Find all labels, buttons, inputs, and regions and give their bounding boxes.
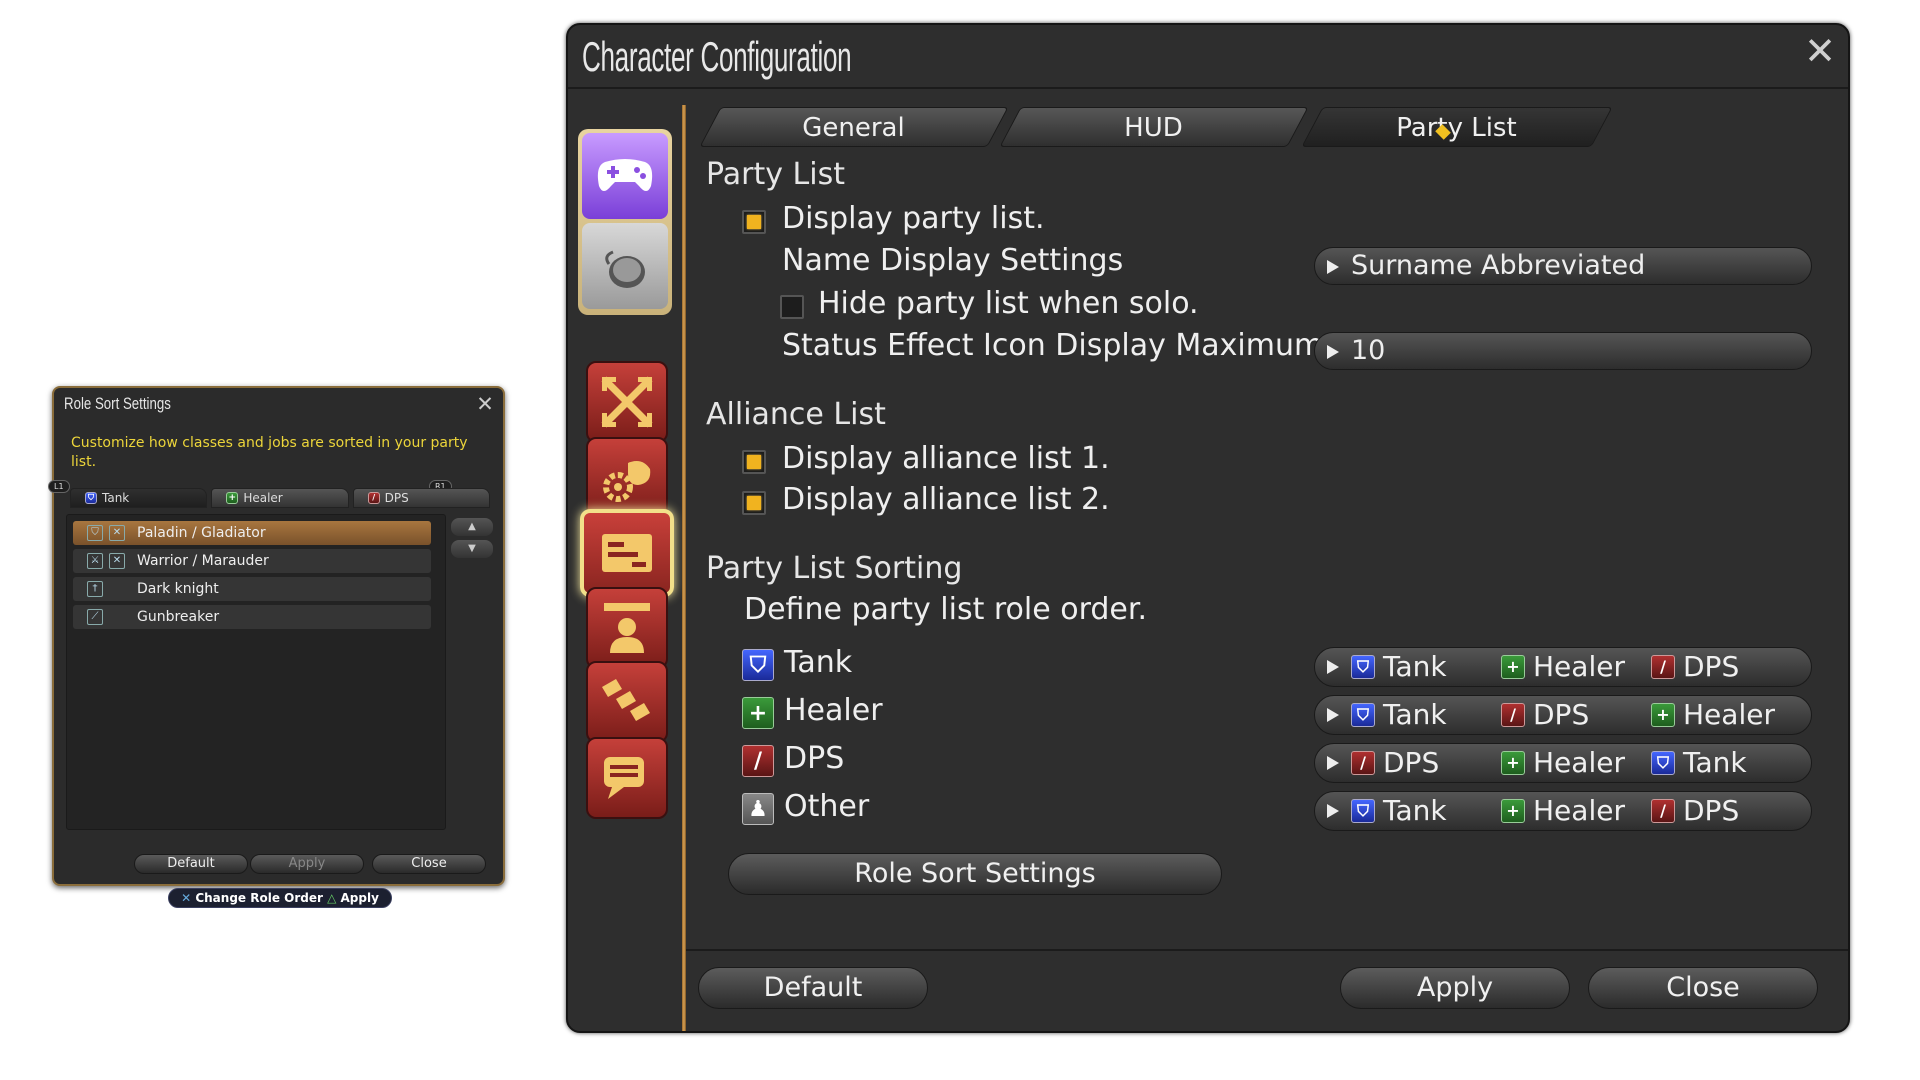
tank-icon: ⛉ (1351, 655, 1375, 679)
tab-hud[interactable]: HUD (999, 107, 1309, 147)
option-label: Hide party list when solo. (818, 286, 1199, 321)
dps-icon: / (742, 745, 774, 777)
alliance-list-2-checkbox[interactable] (742, 491, 766, 515)
party-list-card-icon[interactable] (580, 509, 674, 597)
role-sort-settings-window: Role Sort Settings ✕ Customize how class… (48, 386, 505, 886)
display-party-list-checkbox[interactable] (742, 210, 766, 234)
role-label: Other (784, 789, 870, 824)
gunbreaker-icon: ⟋ (87, 609, 103, 625)
tank-icon: ⛉ (742, 649, 774, 681)
list-item[interactable]: † Dark knight (73, 577, 431, 601)
hotbar-icon[interactable] (586, 661, 668, 743)
healer-icon: + (742, 697, 774, 729)
list-item[interactable]: ⚔ ✕ Warrior / Marauder (73, 549, 431, 573)
healer-icon: + (1501, 799, 1525, 823)
close-button[interactable]: Close (1588, 967, 1818, 1009)
dps-icon: / (1651, 655, 1675, 679)
healer-icon: + (1501, 655, 1525, 679)
option-label: Status Effect Icon Display Maximum (782, 328, 1324, 363)
status-max-dropdown[interactable]: 10 (1314, 332, 1812, 370)
dps-icon: / (1501, 703, 1525, 727)
window-title: Character Configuration (582, 33, 852, 80)
other-role-icon: ♟ (742, 793, 774, 825)
default-button[interactable]: Default (134, 854, 248, 874)
apply-button[interactable]: Apply (250, 854, 364, 874)
tab-dps[interactable]: / DPS (352, 488, 490, 508)
chat-icon[interactable] (586, 737, 668, 819)
character-configuration-window: Character Configuration ✕ General HUD Pa… (566, 23, 1850, 1033)
option-label: Name Display Settings (782, 243, 1124, 278)
role-label: DPS (784, 741, 845, 776)
close-icon[interactable]: ✕ (473, 392, 497, 416)
dps-order-dropdown[interactable]: / DPS + Healer ⛉ Tank (1314, 743, 1812, 783)
divider (568, 87, 1848, 89)
scroll-down-button[interactable]: ▼ (451, 540, 493, 558)
tab-tank[interactable]: ⛉ Tank (70, 488, 208, 508)
other-order-dropdown[interactable]: ⛉ Tank + Healer / DPS (1314, 791, 1812, 831)
l1-bumper-icon: L1 (48, 480, 70, 493)
healer-order-dropdown[interactable]: ⛉ Tank / DPS + Healer (1314, 695, 1812, 735)
divider (686, 949, 1848, 951)
dps-icon: / (367, 492, 380, 504)
tab-healer[interactable]: + Healer (211, 488, 349, 508)
sidebar-divider (682, 105, 686, 1031)
role-sort-title: Role Sort Settings (64, 394, 171, 413)
option-label: Display party list. (782, 201, 1045, 236)
role-sort-description: Customize how classes and jobs are sorte… (71, 435, 468, 470)
close-button[interactable]: Close (372, 854, 486, 874)
combat-settings-icon[interactable] (586, 361, 668, 443)
section-heading: Alliance List (706, 397, 886, 432)
tab-general[interactable]: General (699, 107, 1009, 147)
input-mode-toggle[interactable] (578, 129, 672, 315)
mouse-icon[interactable] (582, 223, 668, 309)
default-button[interactable]: Default (698, 967, 928, 1009)
gladiator-icon: ✕ (109, 525, 125, 541)
tank-icon: ⛉ (1651, 751, 1675, 775)
gamepad-icon[interactable] (582, 133, 668, 219)
role-label: Tank (784, 645, 853, 680)
list-item[interactable]: ⛉ ✕ Paladin / Gladiator (73, 521, 431, 545)
apply-button[interactable]: Apply (1340, 967, 1570, 1009)
tab-bar: General HUD Party List (694, 107, 1838, 151)
tank-icon: ⛉ (1351, 703, 1375, 727)
tank-icon: ⛉ (85, 492, 97, 504)
dark-knight-icon: † (87, 581, 103, 597)
role-sort-settings-button[interactable]: Role Sort Settings (728, 853, 1222, 895)
paladin-icon: ⛉ (87, 525, 103, 541)
name-display-dropdown[interactable]: Surname Abbreviated (1314, 247, 1812, 285)
alliance-list-1-checkbox[interactable] (742, 450, 766, 474)
dps-icon: / (1351, 751, 1375, 775)
section-heading: Party List (706, 157, 845, 192)
category-sidebar (578, 105, 676, 1025)
job-list: ⛉ ✕ Paladin / Gladiator ⚔ ✕ Warrior / Ma… (66, 514, 446, 830)
dps-icon: / (1651, 799, 1675, 823)
role-label: Healer (784, 693, 883, 728)
healer-icon: + (1651, 703, 1675, 727)
triangle-button-icon: △ (327, 891, 337, 905)
option-label: Display alliance list 1. (782, 441, 1110, 476)
gear-settings-icon[interactable] (586, 437, 668, 519)
close-icon[interactable]: ✕ (1798, 29, 1842, 73)
controller-hint: ✕ Change Role Order △ Apply (168, 888, 392, 908)
healer-icon: + (226, 492, 239, 504)
tank-order-dropdown[interactable]: ⛉ Tank + Healer / DPS (1314, 647, 1812, 687)
hide-solo-checkbox[interactable] (780, 295, 804, 319)
character-icon[interactable] (586, 587, 668, 669)
list-item[interactable]: ⟋ Gunbreaker (73, 605, 431, 629)
cross-button-icon: ✕ (181, 891, 192, 905)
marauder-icon: ✕ (109, 553, 125, 569)
sorting-subtitle: Define party list role order. (744, 592, 1148, 627)
option-label: Display alliance list 2. (782, 482, 1110, 517)
tank-icon: ⛉ (1351, 799, 1375, 823)
warrior-icon: ⚔ (87, 553, 103, 569)
tab-party-list[interactable]: Party List (1301, 107, 1613, 147)
healer-icon: + (1501, 751, 1525, 775)
role-tabs: ⛉ Tank + Healer / DPS (70, 488, 490, 510)
scroll-up-button[interactable]: ▲ (451, 518, 493, 536)
section-heading: Party List Sorting (706, 551, 963, 586)
